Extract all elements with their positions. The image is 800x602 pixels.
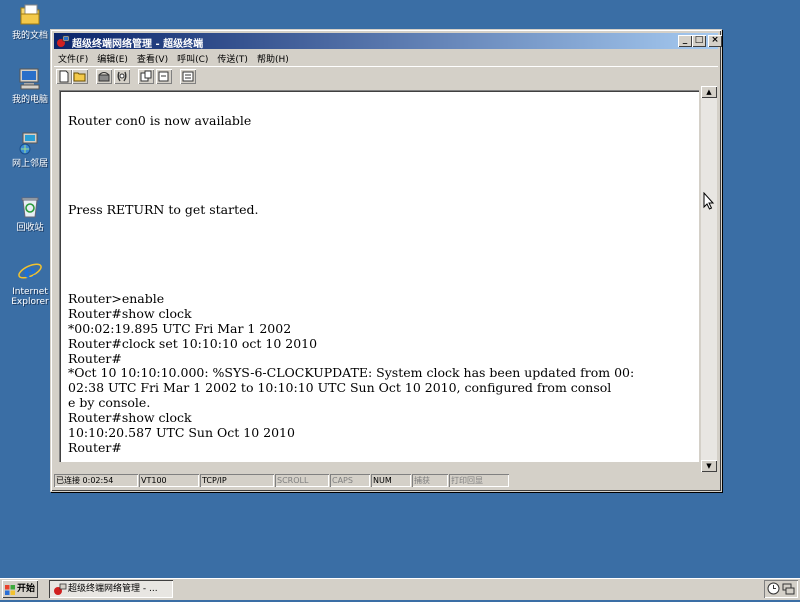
close-button[interactable]: × <box>708 35 722 47</box>
taskbar-button-hyperterminal[interactable]: 超级终端网络管理 - ... <box>49 580 173 598</box>
svg-text:e: e <box>24 259 37 283</box>
receive-icon[interactable] <box>156 69 172 84</box>
my-documents-icon <box>17 2 43 28</box>
hyperterminal-task-icon <box>53 582 67 598</box>
tray-network-icon[interactable] <box>782 582 795 598</box>
taskbar-button-label: 超级终端网络管理 - ... <box>68 584 158 594</box>
terminal-screen[interactable]: Router con0 is now available Press RETUR… <box>59 90 699 462</box>
hyperterminal-app-icon <box>56 34 70 48</box>
terminal-output: Router con0 is now available Press RETUR… <box>68 113 635 455</box>
desktop-icon-my-computer[interactable]: 我的电脑 <box>4 66 56 105</box>
maximize-button[interactable]: □ <box>692 35 706 47</box>
dial-icon[interactable] <box>96 69 112 84</box>
window-title: 超级终端网络管理 - 超级终端 <box>72 39 204 50</box>
status-emulation: VT100 <box>139 474 199 487</box>
desktop-icon-recycle-bin[interactable]: 回收站 <box>4 194 56 233</box>
menu-transfer[interactable]: 传送(T) <box>213 50 253 65</box>
network-places-icon <box>17 130 43 156</box>
menu-help[interactable]: 帮助(H) <box>253 50 294 65</box>
desktop-icon-label: Internet Explorer <box>11 287 49 307</box>
status-scroll: SCROLL <box>275 474 329 487</box>
menu-call[interactable]: 呼叫(C) <box>173 50 213 65</box>
title-bar[interactable]: 超级终端网络管理 - 超级终端 _ □ × <box>54 33 722 50</box>
mouse-cursor-icon <box>703 192 715 210</box>
new-icon[interactable] <box>56 69 72 84</box>
status-connected: 已连接 0:02:54 <box>54 474 138 487</box>
start-label: 开始 <box>17 584 36 594</box>
desktop-icon-network-places[interactable]: 网上邻居 <box>4 130 56 169</box>
windows-logo-icon <box>5 584 15 595</box>
vertical-scrollbar[interactable]: ▲ ▼ <box>701 86 717 472</box>
minimize-button[interactable]: _ <box>678 35 692 47</box>
desktop-icon-my-documents[interactable]: 我的文档 <box>4 2 56 41</box>
send-icon[interactable] <box>138 69 154 84</box>
scroll-down-icon[interactable]: ▼ <box>701 460 717 472</box>
scroll-up-icon[interactable]: ▲ <box>701 86 717 98</box>
status-protocol: TCP/IP <box>200 474 274 487</box>
open-icon[interactable] <box>72 69 88 84</box>
recycle-bin-icon <box>17 194 43 220</box>
system-tray <box>764 580 798 598</box>
disconnect-icon[interactable] <box>114 69 130 84</box>
hyperterminal-window: 超级终端网络管理 - 超级终端 _ □ × 文件(F) 编辑(E) 查看(V) 呼叫(… <box>50 29 722 492</box>
status-capture: 捕获 <box>412 474 448 487</box>
start-button[interactable]: 开始 <box>2 580 38 598</box>
status-caps: CAPS <box>330 474 370 487</box>
desktop-icon-label: 回收站 <box>16 223 44 233</box>
status-bar: 已连接 0:02:54 VT100 TCP/IP SCROLL CAPS NUM… <box>54 473 718 489</box>
menu-file[interactable]: 文件(F) <box>54 50 93 65</box>
menu-edit[interactable]: 编辑(E) <box>93 50 133 65</box>
menu-view[interactable]: 查看(V) <box>133 50 173 65</box>
internet-explorer-icon: e <box>17 258 43 284</box>
status-print-echo: 打印回显 <box>449 474 509 487</box>
properties-icon[interactable] <box>180 69 196 84</box>
taskbar: 开始 超级终端网络管理 - ... <box>0 578 800 600</box>
desktop-icon-label: 我的电脑 <box>11 95 48 105</box>
my-computer-icon <box>17 66 43 92</box>
toolbar <box>54 66 718 87</box>
desktop-icon-internet-explorer[interactable]: e Internet Explorer <box>4 258 56 307</box>
menu-bar: 文件(F) 编辑(E) 查看(V) 呼叫(C) 传送(T) 帮助(H) <box>54 50 718 66</box>
desktop-icon-label: 我的文档 <box>11 31 48 41</box>
status-num: NUM <box>371 474 411 487</box>
tray-clock-icon[interactable] <box>767 582 780 598</box>
desktop-icon-label: 网上邻居 <box>11 159 48 169</box>
